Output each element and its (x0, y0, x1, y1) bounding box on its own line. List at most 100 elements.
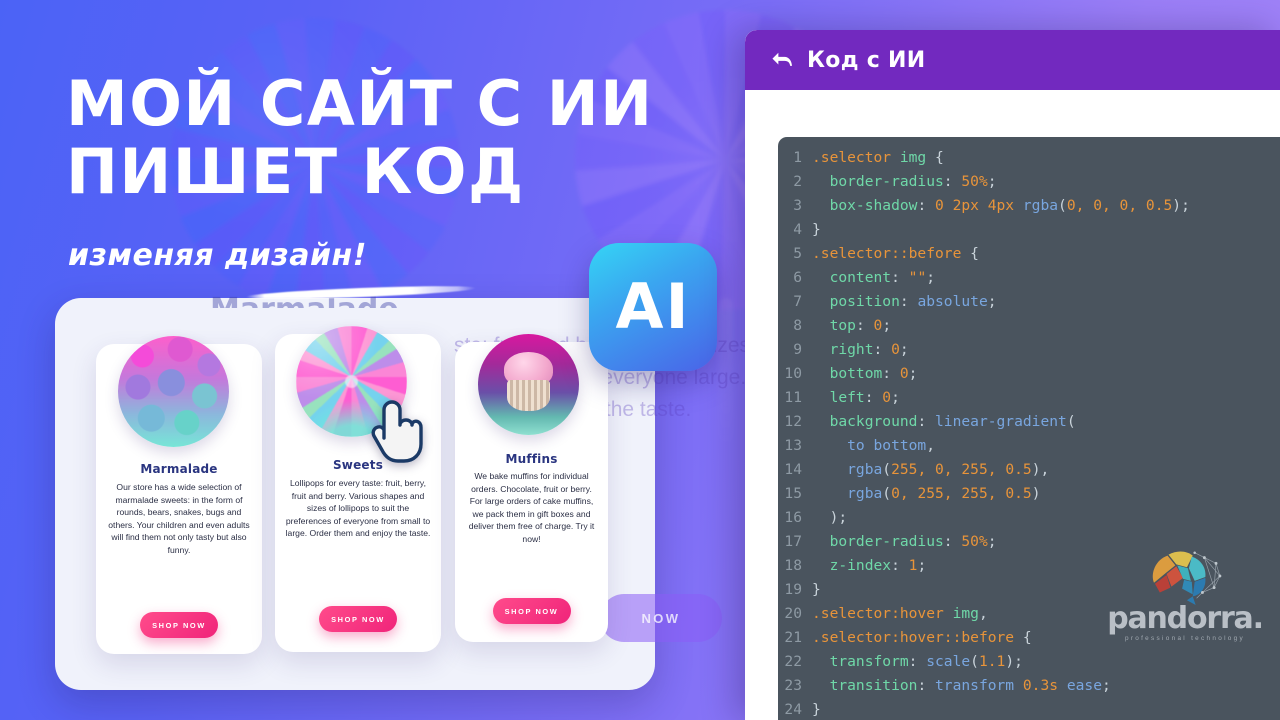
code-token: : (873, 341, 892, 358)
code-token: border-radius (812, 533, 944, 550)
code-token: .selector (812, 629, 892, 646)
code-token: z-index (812, 557, 892, 574)
code-token: transform (812, 653, 909, 670)
code-token: 50% (961, 533, 988, 550)
code-token: right (812, 341, 874, 358)
code-token: : (917, 197, 936, 214)
code-line: 3 box-shadow: 0 2px 4px rgba(0, 0, 0, 0.… (778, 194, 1280, 218)
code-line: 16 ); (778, 506, 1280, 530)
code-token: rgba (1022, 197, 1059, 214)
code-line: 15 rgba(0, 255, 255, 0.5) (778, 482, 1280, 506)
code-token: ease (1058, 677, 1102, 694)
code-token: :hover (891, 629, 944, 646)
code-token: ; (908, 365, 918, 382)
code-token: ); (1005, 653, 1023, 670)
code-panel-title: Код с ИИ (807, 47, 926, 73)
code-token: ; (987, 173, 997, 190)
code-token: img (943, 605, 979, 622)
line-number: 8 (793, 317, 802, 334)
code-token: : (891, 557, 909, 574)
code-token: ; (899, 341, 909, 358)
code-token: 50% (961, 173, 988, 190)
code-line: 7 position: absolute; (778, 290, 1280, 314)
code-line: 11 left: 0; (778, 386, 1280, 410)
shop-now-button[interactable]: SHOP NOW (140, 612, 218, 638)
code-token: { (926, 149, 944, 166)
ai-badge: AI (589, 243, 717, 371)
code-line: 12 background: linear-gradient( (778, 410, 1280, 434)
code-token: absolute (917, 293, 988, 310)
code-token: ( (1066, 413, 1076, 430)
code-token: : (917, 413, 936, 430)
line-number: 17 (784, 533, 802, 550)
code-line: 19} (778, 578, 1280, 602)
code-token: ); (812, 509, 848, 526)
code-token: box-shadow (812, 197, 918, 214)
code-token: : (891, 269, 909, 286)
back-arrow-icon[interactable] (771, 50, 793, 70)
code-token: content (812, 269, 892, 286)
code-token: { (1014, 629, 1032, 646)
code-token: bottom (812, 365, 883, 382)
code-token: ::before (891, 245, 962, 262)
code-token: 0 (873, 317, 883, 334)
code-editor[interactable]: 1 .selector img {2 border-radius: 50%; 3 b… (778, 137, 1280, 720)
code-token: rgba (812, 485, 883, 502)
code-token: 255, 0, 255, 0.5 (891, 461, 1032, 478)
code-panel-header: Код с ИИ (745, 30, 1280, 90)
code-token: scale (926, 653, 971, 670)
code-token: :hover (891, 605, 944, 622)
shop-now-button[interactable]: SHOP NOW (492, 598, 571, 624)
card-title: Muffins (505, 452, 558, 466)
code-token: ; (917, 557, 927, 574)
code-token: 0, 0, 0, 0.5 (1066, 197, 1173, 214)
code-token: position (812, 293, 900, 310)
code-token: 0.3s (1022, 677, 1059, 694)
hand-pointer-cursor-icon (371, 400, 423, 463)
line-number: 11 (784, 389, 802, 406)
poster-canvas: МОЙ САЙТ С ИИ ПИШЕТ КОД изменяя дизайн! … (0, 0, 1280, 720)
code-token: .selector (812, 149, 892, 166)
line-number: 13 (784, 437, 802, 454)
card-description: Lollipops for every taste: fruit, berry,… (285, 478, 431, 539)
code-token: ( (882, 485, 892, 502)
card-description: Our store has a wide selection of marmal… (108, 482, 250, 555)
code-token: ( (882, 461, 892, 478)
headline-subline: изменяя дизайн! (68, 238, 367, 273)
shop-now-button[interactable]: SHOP NOW (319, 606, 397, 632)
code-token: top (812, 317, 856, 334)
line-number: 2 (793, 173, 802, 190)
code-token: 1.1 (978, 653, 1006, 670)
code-line: 8 top: 0; (778, 314, 1280, 338)
code-line: 5 .selector::before { (778, 242, 1280, 266)
code-token: ; (926, 269, 936, 286)
ai-badge-label: AI (615, 270, 691, 343)
code-token: : (943, 173, 962, 190)
code-line: 20 .selector:hover img, (778, 602, 1280, 626)
code-token: 0 (899, 365, 909, 382)
code-token: ::before (943, 629, 1015, 646)
code-token: } (812, 581, 821, 598)
line-number: 1 (793, 149, 802, 166)
line-number: 10 (784, 365, 802, 382)
code-line: 9 right: 0; (778, 338, 1280, 362)
code-line: 21 .selector:hover::before { (778, 626, 1280, 650)
code-token: ) (1031, 485, 1041, 502)
code-token: , (926, 437, 936, 454)
line-number: 3 (793, 197, 802, 214)
code-token: : (943, 533, 962, 550)
code-token: transform (935, 677, 1023, 694)
code-token: ; (987, 293, 997, 310)
code-panel-body: 1 .selector img {2 border-radius: 50%; 3 b… (745, 90, 1280, 720)
code-token: ; (1101, 677, 1111, 694)
code-token: background (812, 413, 918, 430)
code-line: 24} (778, 698, 1280, 720)
code-line: 22 transform: scale(1.1); (778, 650, 1280, 674)
card-description: We bake muffins for individual orders. C… (468, 471, 595, 544)
code-token: : (908, 653, 927, 670)
code-line: 18 z-index: 1; (778, 554, 1280, 578)
code-token: 0, 255, 255, 0.5 (891, 485, 1032, 502)
line-number: 14 (784, 461, 802, 478)
line-number: 12 (784, 413, 802, 430)
line-number: 5 (793, 245, 802, 262)
